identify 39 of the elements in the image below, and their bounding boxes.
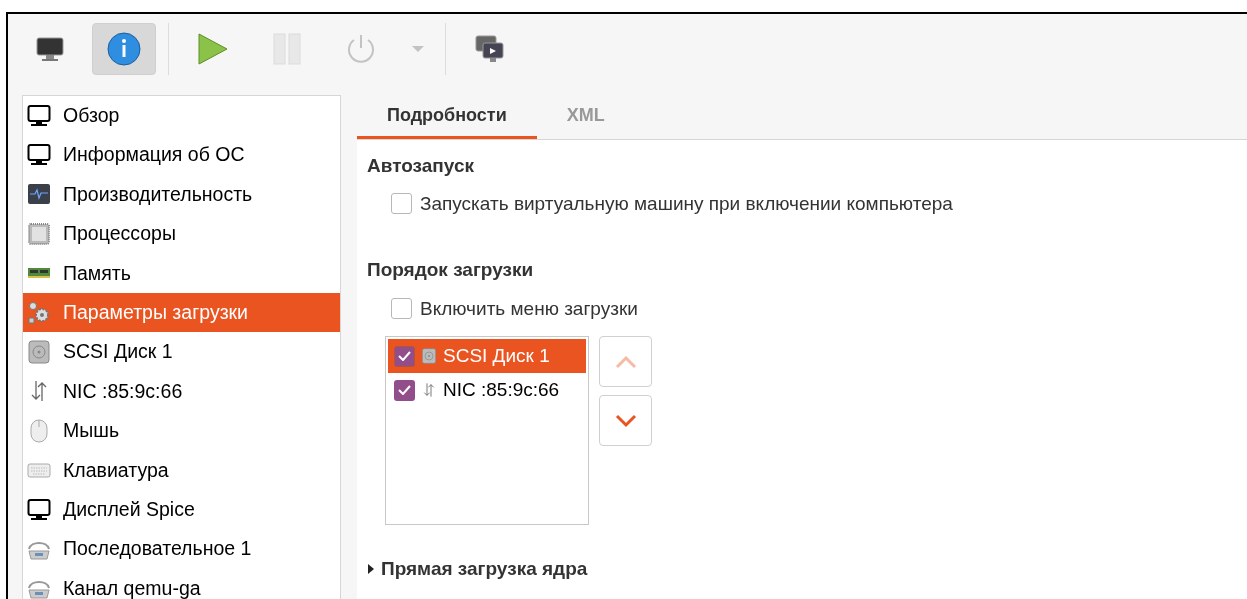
monitor-icon [27,103,51,128]
gears-icon [27,300,51,325]
checkmark-icon [398,385,411,395]
sidebar-item[interactable]: Память [23,253,340,293]
sidebar-item[interactable]: Информация об ОС [23,135,340,175]
move-down-button[interactable] [599,395,652,446]
sidebar-item[interactable]: Клавиатура [23,450,340,490]
section-heading: Автозапуск [367,154,474,178]
chevron-down-icon [614,413,637,428]
monitor-icon [27,143,51,168]
arrows-icon [421,382,437,398]
sidebar-item[interactable]: Мышь [23,411,340,451]
checkbox[interactable] [394,345,415,367]
checkbox[interactable] [391,298,412,320]
checkbox[interactable] [394,379,415,401]
chevron-up-icon [614,354,637,369]
boot-device-item[interactable]: SCSI Диск 1 [388,339,586,373]
boot-device-item[interactable]: NIC :85:9c:66 [388,373,586,407]
sidebar-item[interactable]: Канал qemu-ga [23,568,340,599]
sidebar-item[interactable]: Дисплей Spice [23,489,340,530]
sidebar-item[interactable]: Последовательное 1 [23,529,340,569]
checkmark-icon [398,351,411,361]
sidebar-item[interactable]: SCSI Диск 1 [23,332,340,372]
chip-icon [27,221,51,246]
monitor-icon [27,497,51,522]
sidebar-item[interactable]: Обзор [23,96,340,136]
disk-icon [421,348,437,364]
expander[interactable]: Прямая загрузка ядра [367,555,588,584]
sidebar-item[interactable]: NIC :85:9c:66 [23,371,340,412]
checkbox-label: Запускать виртуальную машину при включении компьютера [420,191,953,216]
checkbox-label: Включить меню загрузки [420,296,638,321]
activity-monitor-icon [27,182,51,207]
sidebar-item[interactable]: Процессоры [23,214,340,254]
triangle-icon [367,563,375,576]
info-icon[interactable] [92,23,156,75]
sidebar-item[interactable]: Производительность [23,174,340,215]
checkbox[interactable] [391,193,412,215]
sidebar-item[interactable]: Параметры загрузки [23,292,340,333]
section-heading: Порядок загрузки [367,258,534,282]
